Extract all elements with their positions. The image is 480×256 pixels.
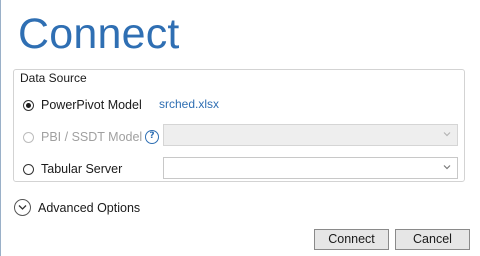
chevron-down-icon (443, 165, 451, 170)
tabular-server-combobox[interactable] (163, 157, 458, 179)
tabular-server-option[interactable]: Tabular Server (23, 160, 122, 178)
advanced-options-label: Advanced Options (38, 200, 141, 215)
pbi-ssdt-label: PBI / SSDT Model (41, 130, 143, 144)
pbi-ssdt-radio (23, 131, 34, 143)
window-edge (0, 0, 1, 256)
advanced-options-toggle[interactable]: Advanced Options (14, 199, 140, 216)
powerpivot-label: PowerPivot Model (41, 98, 142, 112)
connect-button[interactable]: Connect (314, 229, 389, 250)
pbi-ssdt-model-option: PBI / SSDT Model (23, 128, 142, 146)
tabular-server-label: Tabular Server (41, 162, 123, 176)
powerpivot-radio[interactable] (23, 99, 34, 111)
powerpivot-file-link[interactable]: srched.xlsx (159, 97, 219, 111)
data-source-legend: Data Source (18, 71, 90, 85)
chevron-down-circle-icon[interactable] (14, 199, 31, 216)
question-circle-icon[interactable]: ? (145, 130, 159, 144)
chevron-down-icon (443, 132, 451, 137)
dialog-title: Connect (18, 10, 180, 58)
connect-dialog: Connect Data Source PowerPivot Model src… (0, 0, 480, 256)
powerpivot-model-option[interactable]: PowerPivot Model (23, 96, 142, 114)
tabular-server-radio[interactable] (23, 163, 34, 175)
pbi-ssdt-model-combobox (163, 124, 458, 146)
cancel-button[interactable]: Cancel (395, 229, 470, 250)
